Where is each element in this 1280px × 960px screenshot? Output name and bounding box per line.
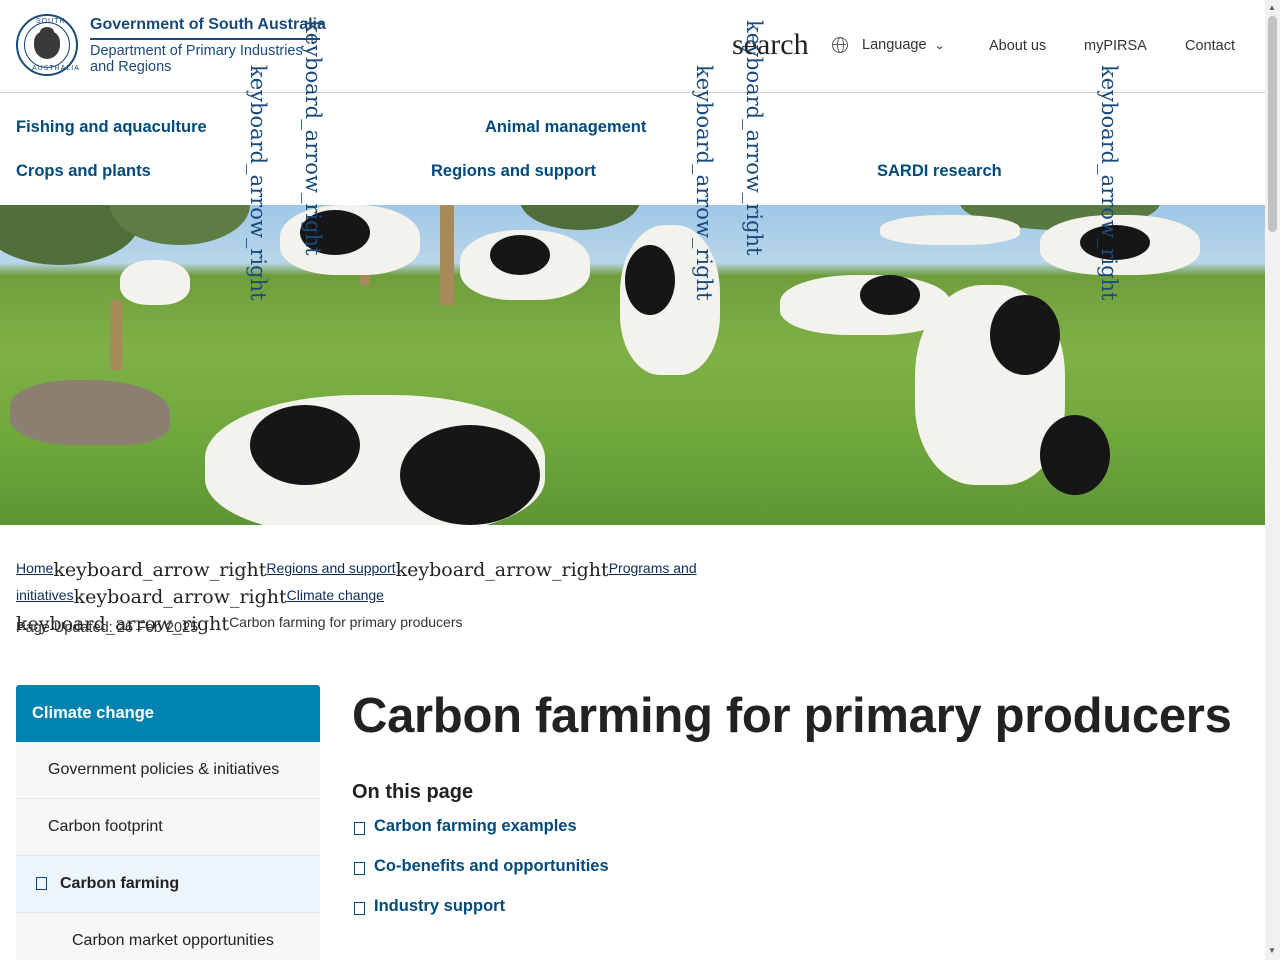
anchor-link-icon (354, 862, 365, 875)
mypirsa-link[interactable]: myPIRSA (1084, 38, 1147, 54)
state-crest-icon: SOUTH AUSTRALIA (16, 14, 79, 76)
chevron-right-icon: keyboard_arrow_right (301, 20, 325, 256)
anchor-link-icon (354, 822, 365, 835)
anchor-industry-support[interactable]: Industry support (354, 897, 505, 916)
anchor-carbon-farming-examples[interactable]: Carbon farming examples (354, 817, 577, 836)
scroll-down-icon[interactable]: ▼ (1268, 946, 1276, 955)
anchor-label: Carbon farming examples (374, 817, 577, 835)
anchor-link-icon (354, 902, 365, 915)
logo-department-line1: Department of Primary Industries (90, 43, 303, 59)
scroll-up-icon[interactable]: ▲ (1268, 3, 1276, 12)
anchor-label: Industry support (374, 897, 506, 915)
breadcrumb-separator-icon: keyboard_arrow_right (395, 559, 609, 581)
nav-fishing-aquaculture[interactable]: Fishing and aquaculture (16, 118, 207, 137)
site-logo[interactable]: SOUTH AUSTRALIA Government of South Aust… (16, 14, 326, 76)
hero-image-dairy-cows (0, 205, 1265, 525)
globe-icon (832, 37, 848, 53)
nav-regions-support[interactable]: Regions and support (431, 162, 596, 181)
breadcrumb-home[interactable]: Home (16, 560, 53, 576)
sidebar-heading-climate-change[interactable]: Climate change (16, 685, 320, 742)
sidebar-item-carbon-farming[interactable]: Carbon farming (16, 856, 320, 913)
logo-government-name: Government of South Australia (90, 16, 326, 33)
anchor-label: Co-benefits and opportunities (374, 857, 609, 875)
chevron-right-icon: keyboard_arrow_right (246, 65, 270, 301)
sidebar-item-government-policies[interactable]: Government policies & initiatives (16, 742, 320, 799)
expand-icon (36, 877, 47, 890)
language-label: Language (862, 37, 927, 53)
logo-department-line2: and Regions (90, 59, 172, 75)
language-selector[interactable]: Language ⌄ (832, 37, 946, 53)
scrollbar-thumb[interactable] (1268, 16, 1277, 232)
contact-link[interactable]: Contact (1185, 38, 1235, 54)
breadcrumb-current: Carbon farming for primary producers (229, 614, 463, 630)
section-sidebar: Climate change Government policies & ini… (16, 685, 320, 960)
sidebar-item-carbon-market-opportunities[interactable]: Carbon market opportunities (16, 913, 320, 960)
chevron-right-icon: keyboard_arrow_right (1097, 65, 1121, 301)
nav-sardi-research[interactable]: SARDI research (877, 162, 1002, 181)
site-header: SOUTH AUSTRALIA Government of South Aust… (0, 0, 1265, 93)
page-scrollbar[interactable]: ▲ ▼ (1265, 0, 1280, 960)
breadcrumb-climate-change[interactable]: Climate change (287, 587, 384, 603)
breadcrumb-separator-icon: keyboard_arrow_right (73, 586, 287, 608)
nav-animal-management[interactable]: Animal management (485, 118, 646, 137)
nav-crops-plants[interactable]: Crops and plants (16, 162, 151, 181)
page-updated-date: Page Updated: 26 Feb 2025 (16, 620, 199, 636)
page-title: Carbon farming for primary producers (352, 689, 1232, 743)
on-this-page-heading: On this page (352, 781, 474, 803)
about-us-link[interactable]: About us (989, 38, 1046, 54)
sidebar-item-label: Carbon farming (60, 875, 180, 892)
chevron-right-icon: keyboard_arrow_right (742, 20, 766, 256)
anchor-co-benefits-opportunities[interactable]: Co-benefits and opportunities (354, 857, 609, 876)
sidebar-item-carbon-footprint[interactable]: Carbon footprint (16, 799, 320, 856)
chevron-right-icon: keyboard_arrow_right (692, 65, 716, 301)
breadcrumb-separator-icon: keyboard_arrow_right (53, 559, 267, 581)
chevron-down-icon: ⌄ (933, 39, 946, 52)
breadcrumb-regions-support[interactable]: Regions and support (266, 560, 395, 576)
